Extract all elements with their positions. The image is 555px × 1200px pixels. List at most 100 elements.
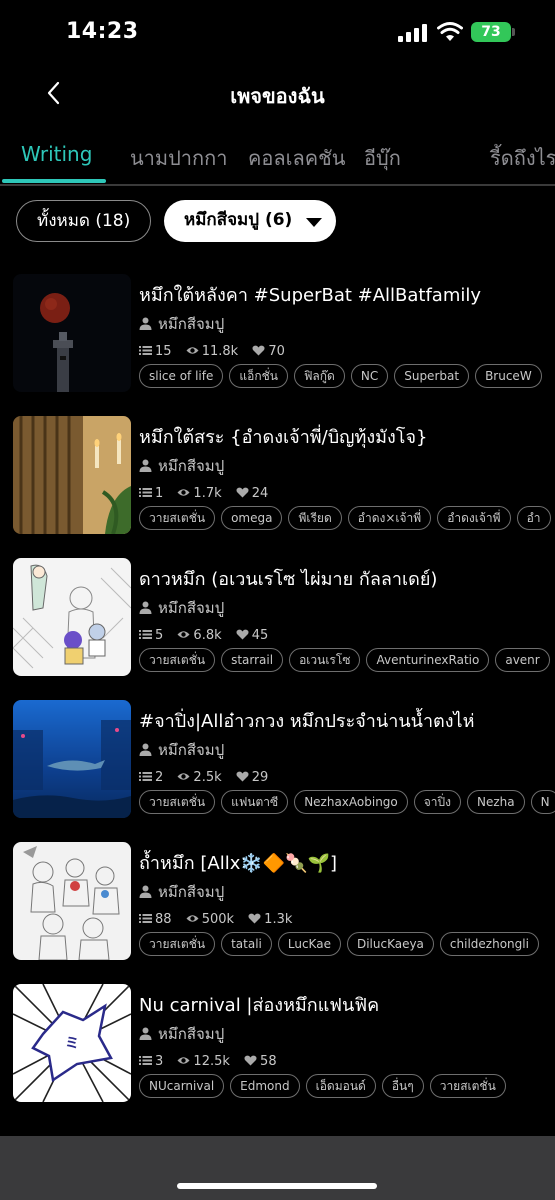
like-count: 24: [236, 486, 268, 501]
wifi-icon: [437, 22, 463, 41]
tab-collection[interactable]: คอลเลคชัน: [248, 142, 345, 174]
story-tags: วายสเตชั่น omega พีเรียด อำดง×เจ้าพี่ อำดงเจ…: [139, 506, 555, 532]
tab-bar: Writing นามปากกา คอลเลคชัน อีบุ๊ก รี้ดถึ…: [0, 130, 555, 186]
tag-chip[interactable]: N: [530, 790, 555, 814]
story-tags: slice of life แอ็กชั่น ฟิลกู๊ด NC Superbat Br…: [139, 364, 555, 390]
tag-chip[interactable]: Nezha: [467, 790, 525, 814]
story-item[interactable]: #จาปิ่ง|Allอ๋าวกวง หมึกประจำน่านน้ำตงไห่…: [0, 694, 555, 836]
eye-icon: [186, 915, 199, 922]
heart-icon: [244, 1055, 257, 1066]
story-stats: 5 6.8k 45: [139, 628, 278, 643]
author-name: หมึกสีจมปู: [158, 457, 225, 475]
tag-chip[interactable]: แอ็กชั่น: [229, 364, 288, 388]
battery-icon: 73: [471, 22, 511, 42]
author-name: หมึกสีจมปู: [158, 315, 225, 333]
tag-chip[interactable]: LucKae: [277, 932, 341, 956]
eye-icon: [186, 347, 199, 354]
chapter-value: 2: [155, 770, 164, 785]
cellular-signal-icon: [398, 24, 427, 42]
view-count: 11.8k: [186, 344, 238, 359]
story-tags: NUcarnival Edmond เอ็ดมอนด์ อื่นๆ วายสเตชั่น: [139, 1074, 555, 1100]
tag-chip[interactable]: tatali: [221, 932, 272, 956]
tag-chip[interactable]: childezhongli: [439, 932, 539, 956]
tag-chip[interactable]: วายสเตชั่น: [139, 932, 216, 956]
filter-penname-dropdown[interactable]: หมึกสีจมปู (6): [164, 200, 337, 242]
tag-chip[interactable]: อื่นๆ: [381, 1074, 424, 1098]
story-item[interactable]: ミ Nu carnival |ส่องหมึกแฟนฟิค หมึกสีจมปู…: [0, 978, 555, 1120]
view-count: 500k: [186, 912, 234, 927]
tag-chip[interactable]: slice of life: [139, 364, 224, 388]
tag-chip[interactable]: starrail: [221, 648, 284, 672]
story-title: Nu carnival |ส่องหมึกแฟนฟิค: [139, 995, 380, 1016]
story-stats: 1 1.7k 24: [139, 486, 278, 501]
author-name: หมึกสีจมปู: [158, 599, 225, 617]
view-value: 1.7k: [193, 486, 222, 501]
story-item[interactable]: หมึกใต้สระ {อำดงเจ้าพี่/บิญทุ้งมังโจ} หม…: [0, 410, 555, 552]
story-author: หมึกสีจมปู: [139, 1022, 224, 1046]
story-cover-group-sketch: [13, 842, 131, 960]
story-tags: วายสเตชั่น แฟนตาซี NezhaxAobingo จาปิ่ง Nezh…: [139, 790, 555, 816]
story-item[interactable]: ถ้ำหมึก [Allx❄️🔶🍡🌱] หมึกสีจมปู 88 500k 1…: [0, 836, 555, 978]
status-bar: 14:23 73: [0, 0, 555, 64]
view-count: 12.5k: [177, 1054, 230, 1069]
tag-chip[interactable]: AventurinexRatio: [366, 648, 490, 672]
story-cover-candle-room: [13, 416, 131, 534]
story-stats: 15 11.8k 70: [139, 344, 295, 359]
tab-writing[interactable]: Writing: [21, 142, 92, 166]
tag-chip[interactable]: วายสเตชั่น: [139, 506, 216, 530]
chapter-value: 3: [155, 1054, 164, 1069]
tag-chip[interactable]: avenr: [495, 648, 550, 672]
chapter-count: 3: [139, 1054, 163, 1069]
filter-all-chip[interactable]: ทั้งหมด (18): [16, 200, 152, 242]
story-item[interactable]: หมึกใต้หลังคา #SuperBat #AllBatfamily หม…: [0, 268, 555, 410]
tag-chip[interactable]: ฟิลกู๊ด: [293, 364, 345, 388]
person-icon: [139, 743, 152, 756]
filter-penname-label: หมึกสีจมปู (6): [184, 210, 293, 230]
story-tags: วายสเตชั่น tatali LucKae DilucKaeya childezh…: [139, 932, 555, 958]
tag-chip[interactable]: เอ็ดมอนด์: [305, 1074, 376, 1098]
like-value: 29: [251, 770, 269, 785]
tag-chip[interactable]: วายสเตชั่น: [139, 790, 216, 814]
person-icon: [139, 601, 152, 614]
tag-chip[interactable]: BruceW: [475, 364, 542, 388]
tag-chip[interactable]: อำดง×เจ้าพี่: [347, 506, 432, 530]
tab-ebook[interactable]: อีบุ๊ก: [364, 142, 401, 174]
filter-bar: ทั้งหมด (18) หมึกสีจมปู (6): [0, 200, 555, 244]
tag-chip[interactable]: NC: [350, 364, 389, 388]
story-item[interactable]: ดาวหมึก (อเวนเรโซ ไผ่มาย กัลลาเดย์) หมึก…: [0, 552, 555, 694]
tag-chip[interactable]: วายสเตชั่น: [139, 648, 216, 672]
tag-chip[interactable]: Edmond: [230, 1074, 300, 1098]
story-cover-manga-burst: ミ: [13, 984, 131, 1102]
view-count: 1.7k: [177, 486, 222, 501]
tag-chip[interactable]: อำดงเจ้าพี่: [437, 506, 511, 530]
like-count: 58: [244, 1054, 277, 1069]
person-icon: [139, 459, 152, 472]
tab-pen-name[interactable]: นามปากกา: [130, 142, 227, 174]
chapter-value: 15: [155, 344, 172, 359]
story-title: หมึกใต้หลังคา #SuperBat #AllBatfamily: [139, 285, 482, 306]
home-indicator[interactable]: [177, 1183, 377, 1189]
tag-chip[interactable]: NezhaxAobingo: [294, 790, 408, 814]
tag-chip[interactable]: แฟนตาซี: [221, 790, 289, 814]
eye-icon: [177, 1057, 190, 1064]
story-author: หมึกสีจมปู: [139, 454, 224, 478]
tag-chip[interactable]: พีเรียด: [288, 506, 342, 530]
tag-chip[interactable]: วายสเตชั่น: [429, 1074, 506, 1098]
view-value: 2.5k: [193, 770, 222, 785]
author-name: หมึกสีจมปู: [158, 741, 225, 759]
tag-chip[interactable]: NUcarnival: [139, 1074, 225, 1098]
tag-chip[interactable]: DilucKaeya: [346, 932, 434, 956]
tag-chip[interactable]: จาปิ่ง: [413, 790, 462, 814]
tag-chip[interactable]: อเวนเรโซ: [289, 648, 361, 672]
chapter-count: 88: [139, 912, 172, 927]
chapter-value: 5: [155, 628, 164, 643]
battery-tip: [512, 28, 515, 36]
tag-chip[interactable]: omega: [221, 506, 283, 530]
tab-reading[interactable]: รี้ดถึงไร: [490, 142, 555, 174]
story-title: ถ้ำหมึก [Allx❄️🔶🍡🌱]: [139, 853, 338, 874]
tag-chip[interactable]: อำ: [516, 506, 551, 530]
heart-icon: [236, 629, 249, 640]
story-author: หมึกสีจมปู: [139, 738, 224, 762]
list-icon: [139, 346, 152, 355]
tag-chip[interactable]: Superbat: [394, 364, 470, 388]
